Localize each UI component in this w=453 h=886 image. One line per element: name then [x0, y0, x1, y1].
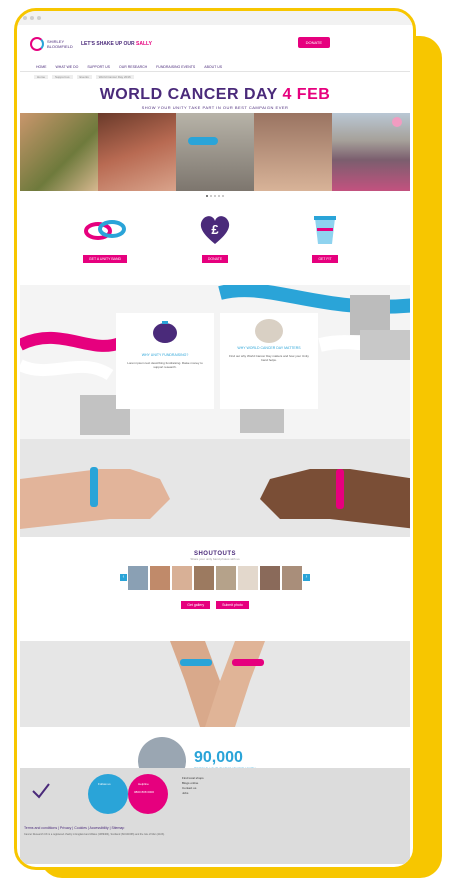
helpline-circle[interactable]	[128, 774, 168, 814]
nav-item-home[interactable]: HOME	[36, 65, 47, 69]
gallery-thumb[interactable]	[216, 566, 236, 590]
fist-bump-illustration	[20, 467, 410, 529]
window-dot	[30, 16, 34, 20]
breadcrumb-item: World Cancer Day 2016	[95, 75, 134, 79]
gallery-thumb[interactable]	[260, 566, 280, 590]
main-nav: HOME WHAT WE DO SUPPORT US OUR RESEARCH …	[20, 63, 410, 72]
next-arrow-icon[interactable]: ›	[303, 574, 310, 581]
unity-band-item: GET A UNITY BAND	[75, 211, 135, 263]
card-title: WHY UNITY FUNDRAISING?	[141, 353, 189, 357]
hero-title: WORLD CANCER DAY 4 FEB	[20, 86, 410, 104]
follow-us-circle[interactable]	[88, 774, 128, 814]
hero-subtitle: SHOW YOUR UNITY TAKE PART IN OUR BEST CA…	[141, 105, 289, 110]
hero-photo	[20, 113, 98, 191]
browser-frame: SHIRLEY BLOOMFIELD LET'S SHAKE UP OUR SA…	[14, 8, 416, 870]
gallery-caption: Share your unity band photos with us	[190, 557, 240, 561]
balloon-shape	[392, 117, 402, 127]
gallery-buttons: Get gallery Submit photo	[20, 595, 410, 609]
nav-item-support-us[interactable]: SUPPORT US	[87, 65, 110, 69]
submit-photo-button[interactable]: Submit photo	[216, 601, 249, 609]
wristband-shape	[188, 137, 218, 145]
rope-feature-section: WHY UNITY FUNDRAISING? Lorem ipsum text …	[20, 285, 410, 439]
logo-text: SHIRLEY BLOOMFIELD	[47, 39, 73, 49]
site-header: SHIRLEY BLOOMFIELD LET'S SHAKE UP OUR SA…	[20, 25, 410, 63]
gallery-thumb[interactable]	[282, 566, 302, 590]
hero-photo	[176, 113, 254, 191]
hero-photo	[332, 113, 410, 191]
hero-photo-strip	[20, 113, 410, 191]
stat-number: 90,000	[194, 748, 243, 766]
pager-dot[interactable]	[214, 195, 216, 197]
holding-hands-illustration	[170, 641, 265, 727]
card-body: Find out why World Cancer Day matters an…	[229, 354, 309, 362]
gallery-thumb[interactable]	[238, 566, 258, 590]
nav-item-what-we-do[interactable]: WHAT WE DO	[56, 65, 79, 69]
piggy-bank-icon	[153, 321, 177, 343]
info-card: WHY UNITY FUNDRAISING? Lorem ipsum text …	[116, 313, 214, 409]
footer-legal-links[interactable]: Terms and conditions | Privacy | Cookies…	[24, 826, 406, 830]
cup-icon	[312, 211, 338, 249]
holding-hands-image	[20, 641, 410, 727]
info-card: WHY WORLD CANCER DAY MATTERS Find out wh…	[220, 313, 318, 409]
gallery-thumbnails: ‹ ›	[20, 566, 410, 590]
footer-link[interactable]: Jobs	[182, 791, 204, 796]
helpline-label: Helpline	[138, 782, 149, 786]
hero-photo	[254, 113, 332, 191]
view-gallery-button[interactable]: Get gallery	[181, 601, 211, 609]
gallery-thumb[interactable]	[128, 566, 148, 590]
footer-links-list: Find local shops Blogs online Contact us…	[182, 776, 204, 796]
svg-text:£: £	[211, 222, 219, 237]
breadcrumb-item[interactable]: Events	[76, 75, 92, 79]
nav-item-fundraising-events[interactable]: FUNDRAISING EVENTS	[156, 65, 195, 69]
prev-arrow-icon[interactable]: ‹	[120, 574, 127, 581]
rope-illustration	[20, 285, 410, 435]
nav-item-about-us[interactable]: ABOUT US	[204, 65, 222, 69]
window-chrome	[17, 11, 413, 25]
donate-item: £ DONATE	[185, 211, 245, 263]
gallery-thumb[interactable]	[172, 566, 192, 590]
nav-item-our-research[interactable]: OUR RESEARCH	[119, 65, 147, 69]
strapline-highlight: SALLY	[136, 41, 152, 47]
shoutouts-gallery: SHOUTOUTS Share your unity band photos w…	[20, 537, 410, 641]
logo-icon	[30, 37, 44, 51]
pager-dot[interactable]	[218, 195, 220, 197]
pound-heart-icon: £	[198, 211, 232, 249]
web-page: SHIRLEY BLOOMFIELD LET'S SHAKE UP OUR SA…	[20, 25, 410, 864]
hero-title-main: WORLD CANCER DAY	[99, 86, 278, 103]
donate-item-button[interactable]: DONATE	[201, 255, 229, 263]
site-footer: Follow us Helpline 0800 808 0000 Find lo…	[20, 768, 410, 864]
people-photo	[255, 319, 283, 343]
checkmark-icon	[32, 783, 50, 799]
breadcrumb-item[interactable]: Home	[34, 75, 49, 79]
pager-dot[interactable]	[222, 195, 224, 197]
breadcrumb: Home Support us Events World Cancer Day …	[20, 72, 410, 82]
strapline-prefix: LET'S SHAKE UP OUR	[81, 41, 136, 47]
footer-bottom: Terms and conditions | Privacy | Cookies…	[24, 826, 406, 836]
header-strapline: LET'S SHAKE UP OUR SALLY	[81, 41, 152, 47]
window-dot	[23, 16, 27, 20]
site-logo[interactable]: SHIRLEY BLOOMFIELD	[30, 37, 73, 51]
get-unity-band-button[interactable]: GET A UNITY BAND	[82, 255, 128, 263]
breadcrumb-item[interactable]: Support us	[52, 75, 73, 79]
pager-dot[interactable]	[206, 195, 208, 197]
donate-button[interactable]: DONATE	[297, 37, 330, 48]
card-body: Lorem ipsum text describing fundraising.…	[127, 361, 203, 369]
fist-bump-image	[20, 439, 410, 537]
get-fit-item: GET FIT	[295, 211, 355, 263]
wristband-icon	[84, 211, 126, 249]
get-fit-button[interactable]: GET FIT	[312, 255, 338, 263]
helpline-number[interactable]: 0800 808 0000	[134, 790, 154, 794]
pager-dot[interactable]	[210, 195, 212, 197]
hero-title-date: 4 FEB	[282, 86, 331, 103]
gallery-thumb[interactable]	[150, 566, 170, 590]
card-title: WHY WORLD CANCER DAY MATTERS	[237, 346, 301, 350]
window-dot	[37, 16, 41, 20]
footer-fine-print: Cancer Research UK is a registered chari…	[24, 833, 165, 836]
gallery-thumb[interactable]	[194, 566, 214, 590]
hero-photo	[98, 113, 176, 191]
follow-us-label: Follow us	[98, 782, 111, 786]
action-icons-row: GET A UNITY BAND £ DONATE GET FIT	[20, 197, 410, 263]
